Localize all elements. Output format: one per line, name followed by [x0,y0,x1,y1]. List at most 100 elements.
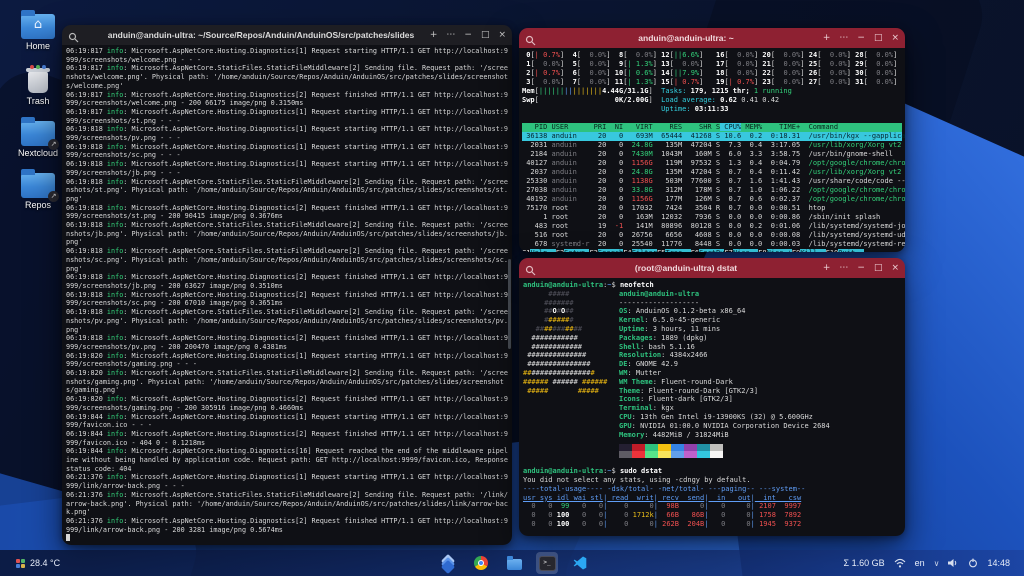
log-line: 06:19:818 info: Microsoft.AspNetCore.Hos… [66,125,508,142]
minimize-button[interactable]: − [857,263,865,273]
search-icon[interactable] [525,33,536,44]
keyboard-layout[interactable]: en [915,558,925,568]
palette-swatch [710,451,723,458]
neofetch-info-line: Shell: bash 5.1.16 [619,343,830,352]
layers-icon [441,556,455,570]
temperature-widget[interactable]: 28.4 °C [16,558,60,568]
fetch-terminal-body[interactable]: anduin@anduin-ultra:~$ neofetch ##### ##… [519,278,905,536]
maximize-button[interactable]: □ [874,263,883,273]
neofetch-info-line: Kernel: 6.5.0-45-generic [619,316,830,325]
window-title: anduin@anduin-ultra: ~/Source/Repos/Andu… [102,30,420,40]
cpu-meter-row: 3[ 0.0%] 7[ 0.0%] 11[| 1.3%] 15[| 0.7%] … [522,78,902,87]
scrollbar[interactable] [508,259,511,349]
menu-button[interactable]: ⋯ [446,30,455,40]
neofetch-info-line: Memory: 4482MiB / 31824MiB [619,431,830,440]
process-row: 483 root 19 -1 141M 80896 80128 S 0.0 0.… [522,222,902,231]
neofetch-output: ##### ####### ##O#O## ####### ##########… [523,290,901,459]
log-line: 06:19:818 info: Microsoft.AspNetCore.Hos… [66,291,508,308]
log-line: 06:19:818 info: Microsoft.AspNetCore.Hos… [66,273,508,290]
log-line: 06:19:818 info: Microsoft.AspNetCore.Sta… [66,221,508,247]
files-icon [507,559,522,570]
log-line: 06:19:817 info: Microsoft.AspNetCore.Hos… [66,91,508,108]
search-icon[interactable] [525,263,536,274]
desktop-icon-label: Repos [8,200,68,210]
dstat-column-header: usr sys idl wai stl| read writ| recv sen… [523,494,901,503]
new-tab-button[interactable]: + [430,30,438,40]
palette-swatch [684,451,697,458]
neofetch-info-line: Theme: Fluent-round-Dark [GTK2/3] [619,387,830,396]
minimize-button[interactable]: − [464,30,472,40]
taskbar-app-workspaces[interactable] [437,552,459,574]
cpu-meter-row: 2[| 0.7%] 6[ 0.0%] 10[| 0.6%] 14[||7.9%]… [522,69,902,78]
new-tab-button[interactable]: + [823,263,831,273]
folder-link-icon: ↗ [21,121,55,146]
dstat-group-header: ----total-usage---- -dsk/total- -net/tot… [523,485,901,494]
desktop-icon-repos[interactable]: ↗ Repos [8,173,68,210]
process-row: 1 root 20 0 163M 12032 7936 S 0.0 0.0 0:… [522,213,902,222]
maximize-button[interactable]: □ [874,33,883,43]
palette-swatch [632,444,645,451]
process-row: 75170 root 20 0 17032 7424 3504 R 0.7 0.… [522,204,902,213]
log-terminal-body[interactable]: 06:19:817 info: Microsoft.AspNetCore.Hos… [62,45,512,545]
palette-swatch [645,451,658,458]
log-line: 06:21:376 info: Microsoft.AspNetCore.Hos… [66,517,508,534]
desktop-icon-home[interactable]: ⌂ Home [8,14,68,51]
palette-swatch [658,444,671,451]
color-palette [619,444,830,458]
log-line: 06:19:844 info: Microsoft.AspNetCore.Hos… [66,447,508,473]
close-button[interactable]: × [891,33,899,43]
process-row: 2037 anduin 20 0 24.8G 135M 47204 S 0.7 … [522,168,902,177]
close-button[interactable]: × [891,263,899,273]
taskbar-apps: >_ [437,552,591,574]
htop-terminal-titlebar: anduin@anduin-ultra: ~ + ⋯ − □ × [519,28,905,48]
desktop-icon-nextcloud[interactable]: ↗Nextcloud [8,121,68,158]
power-icon[interactable] [968,558,978,568]
htop-terminal-body[interactable]: 0[| 0.7%] 4[ 0.0%] 8[ 0.0%] 12[||6.6%] 1… [519,48,905,252]
clock[interactable]: 14:48 [987,558,1010,568]
close-button[interactable]: × [498,30,506,40]
neofetch-info-line: OS: AnduinOS 0.1.2-beta x86_64 [619,307,830,316]
palette-swatch [632,451,645,458]
log-line: 06:21:376 info: Microsoft.AspNetCore.Hos… [66,473,508,490]
log-line: 06:19:817 info: Microsoft.AspNetCore.Hos… [66,108,508,125]
taskbar-app-files[interactable] [503,552,525,574]
window-title: (root@anduin-ultra) dstat [559,263,813,273]
neofetch-info-line: DE: GNOME 42.9 [619,360,830,369]
folder-link-icon: ↗ [21,173,55,198]
cpu-meter-row: 1[ 0.0%] 5[ 0.0%] 9[| 1.3%] 13[ 0.0%] 17… [522,60,902,69]
log-line: 06:19:818 info: Microsoft.AspNetCore.Hos… [66,143,508,160]
network-usage[interactable]: Σ 1.60 GB [844,558,885,568]
temperature-value: 28.4 °C [30,558,60,568]
desktop-icon-label: Home [8,41,68,51]
menu-button[interactable]: ⋯ [839,263,848,273]
log-line: 06:19:820 info: Microsoft.AspNetCore.Sta… [66,369,508,395]
folder-home-icon: ⌂ [21,14,55,39]
palette-swatch [697,444,710,451]
taskbar-app-vscode[interactable] [569,552,591,574]
log-terminal-titlebar: anduin@anduin-ultra: ~/Source/Repos/Andu… [62,25,512,45]
palette-swatch [684,444,697,451]
desktop-icon-trash[interactable]: Trash [8,66,68,106]
wifi-icon[interactable] [894,558,906,568]
process-table-header: PID USER PRI NI VIRT RES SHR S CPU% MEM%… [522,123,902,132]
process-row: 40192 anduin 20 0 1156G 177M 126M S 0.7 … [522,195,902,204]
desktop-icon-label: Trash [8,96,68,106]
vscode-icon [573,556,587,570]
dstat-note: You did not select any stats, using -cdn… [523,476,901,485]
process-row: 678 systemd-r 20 0 25540 11776 8448 S 0.… [522,240,902,249]
taskbar-app-terminal[interactable]: >_ [536,552,558,574]
search-icon[interactable] [68,30,79,41]
dstat-row: 0 0 100 0 0| 0 1712k| 66B 86B| 0 0| 1758… [523,511,901,520]
memory-meter: Mem[|||||||||||||||4.44G/31.1G] Tasks: 1… [522,87,902,96]
neofetch-info-line: Uptime: 3 hours, 11 mins [619,325,830,334]
neofetch-info-line: WM: Mutter [619,369,830,378]
desktop-icons: ⌂HomeTrash↗Nextcloud↗Repos [8,14,68,210]
volume-icon[interactable] [948,558,959,568]
maximize-button[interactable]: □ [481,30,490,40]
minimize-button[interactable]: − [857,33,865,43]
menu-button[interactable]: ⋯ [839,33,848,43]
new-tab-button[interactable]: + [823,33,831,43]
dstat-row: 0 0 99 0 0| 0 0| 98B 0| 0 0| 2107 9997 [523,502,901,511]
taskbar-app-chrome[interactable] [470,552,492,574]
chevron-down-icon[interactable]: ∨ [934,559,940,568]
